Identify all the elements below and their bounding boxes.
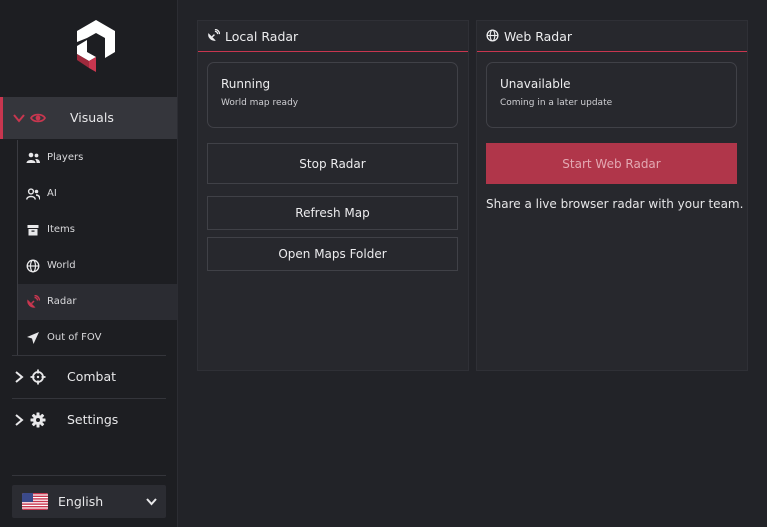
panel-header: Local Radar xyxy=(198,21,468,52)
divider xyxy=(12,475,166,476)
status-card: Running World map ready xyxy=(207,62,458,128)
sidebar-item-label: AI xyxy=(47,188,57,199)
sidebar-item-players[interactable]: Players xyxy=(17,140,177,176)
start-web-radar-button[interactable]: Start Web Radar xyxy=(486,143,737,184)
globe-icon xyxy=(486,29,499,42)
web-radar-panel: Web Radar Unavailable Coming in a later … xyxy=(476,20,748,371)
satellite-dish-icon xyxy=(27,295,40,308)
chevron-right-icon xyxy=(15,371,24,383)
sidebar-item-out-of-fov[interactable]: Out of FOV xyxy=(17,320,177,356)
globe-icon xyxy=(26,259,40,273)
language-select[interactable]: English xyxy=(12,485,166,518)
users-icon xyxy=(26,152,40,163)
sidebar-item-world[interactable]: World xyxy=(17,248,177,284)
sidebar-item-label: Radar xyxy=(47,296,77,307)
panel-title: Web Radar xyxy=(504,29,573,44)
open-maps-folder-button[interactable]: Open Maps Folder xyxy=(207,237,458,271)
satellite-dish-icon xyxy=(208,29,220,41)
status-card: Unavailable Coming in a later update xyxy=(486,62,737,128)
status-title: Unavailable xyxy=(500,77,571,91)
gear-icon xyxy=(30,412,46,428)
nav-group-label: Settings xyxy=(67,412,119,427)
sidebar-item-label: World xyxy=(47,260,76,271)
sidebar-item-items[interactable]: Items xyxy=(17,212,177,248)
crosshair-icon xyxy=(30,369,46,385)
box-icon xyxy=(27,225,39,236)
app-logo xyxy=(77,20,115,72)
nav-group-combat[interactable]: Combat xyxy=(0,356,177,398)
user-group-icon xyxy=(26,188,40,200)
sidebar-item-label: Items xyxy=(47,224,75,235)
stop-radar-button[interactable]: Stop Radar xyxy=(207,143,458,184)
eye-icon xyxy=(30,113,46,123)
chevron-down-icon xyxy=(146,498,157,506)
refresh-map-button[interactable]: Refresh Map xyxy=(207,196,458,230)
sidebar: Visuals Players AI Items World Radar Out… xyxy=(0,0,178,527)
status-title: Running xyxy=(221,77,271,91)
sidebar-item-ai[interactable]: AI xyxy=(17,176,177,212)
sidebar-item-label: Out of FOV xyxy=(47,332,102,343)
language-label: English xyxy=(58,494,104,509)
location-arrow-icon xyxy=(27,332,39,344)
panel-title: Local Radar xyxy=(225,29,299,44)
us-flag-icon xyxy=(22,493,48,510)
chevron-down-icon xyxy=(13,114,25,123)
status-subtitle: Coming in a later update xyxy=(500,98,613,108)
panel-header: Web Radar xyxy=(477,21,747,52)
local-radar-panel: Local Radar Running World map ready Stop… xyxy=(197,20,469,371)
status-subtitle: World map ready xyxy=(221,98,299,108)
chevron-right-icon xyxy=(15,414,24,426)
sidebar-item-label: Players xyxy=(47,152,84,163)
nav-group-label: Combat xyxy=(67,369,117,384)
nav-group-visuals[interactable]: Visuals xyxy=(0,97,177,139)
nav-group-settings[interactable]: Settings xyxy=(0,399,177,441)
sidebar-item-radar[interactable]: Radar xyxy=(17,284,177,320)
nav-group-label: Visuals xyxy=(70,110,114,125)
web-radar-note: Share a live browser radar with your tea… xyxy=(486,197,744,211)
